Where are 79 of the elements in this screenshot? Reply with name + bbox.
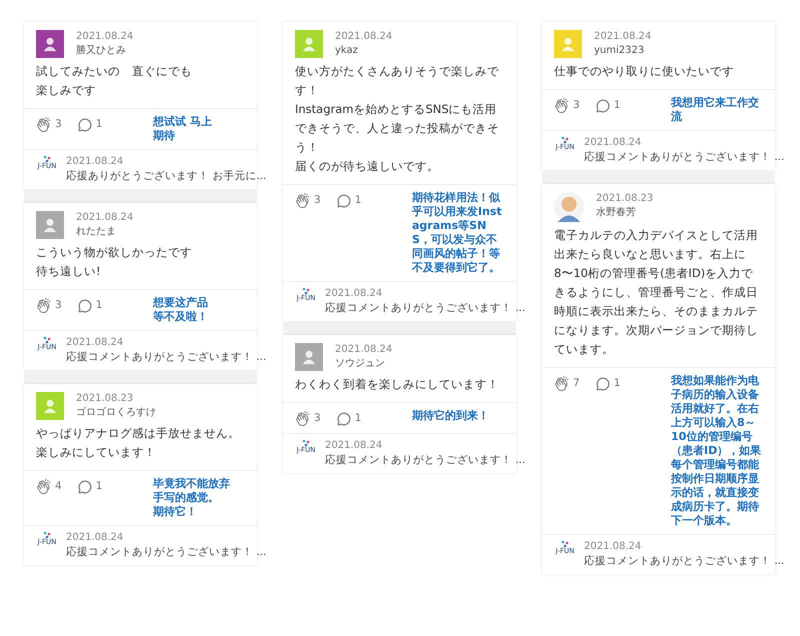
comment-date: 2021.08.24 xyxy=(335,30,392,44)
annotation-text: 期待它！ xyxy=(153,505,198,519)
comment-icon[interactable] xyxy=(336,412,351,426)
reply-text: 応援コメントありがとうございます！ ... xyxy=(66,350,266,365)
clap-icon[interactable] xyxy=(554,376,569,392)
comment-text: 使い方がたくさんありそうで楽しみです！ xyxy=(295,63,500,99)
comment-icon[interactable] xyxy=(78,118,92,132)
reply-text: 応援コメントありがとうございます！ ... xyxy=(66,545,266,560)
comment-count: 1 xyxy=(354,193,362,208)
clap-icon[interactable] xyxy=(36,117,51,132)
user-name: ソウジュン xyxy=(335,357,386,371)
user-name: 水野春芳 xyxy=(596,206,637,220)
comment-date: 2021.08.23 xyxy=(76,392,134,406)
comment-text: 楽しみにしています！ xyxy=(36,444,157,461)
comment-icon[interactable] xyxy=(336,194,351,208)
annotation-text: 等不及啦！ xyxy=(153,310,209,324)
user-name: yumi2323 xyxy=(594,44,646,58)
reply-text: 応援コメントありがとうございます！ ... xyxy=(325,301,526,316)
reply-date: 2021.08.24 xyxy=(66,155,124,169)
clap-count: 3 xyxy=(314,193,321,208)
clap-count: 3 xyxy=(573,98,580,113)
comment-text: こういう物が欲しかったです xyxy=(36,244,193,261)
comment-count: 1 xyxy=(614,98,620,113)
clap-count: 3 xyxy=(314,411,321,426)
comment-count: 1 xyxy=(354,411,362,426)
annotation-text: 手写的感觉。 xyxy=(153,491,220,505)
comment-text: 電子カルテの入力デバイスとして活用出来たら良いなと思います。右上に8〜10桁の管理番号(患者ID)を入力できるようにし、管理番号ごと、作成日時順に表示出来たら、そのままカルテになります。次期バージョンで期待しています。 xyxy=(554,227,759,358)
clap-icon[interactable] xyxy=(36,298,51,314)
reply-text: 応援ありがとうございます！ お手元に... xyxy=(66,169,266,184)
annotation-text: 毕竟我不能放弃 xyxy=(153,477,231,491)
comment-date: 2021.08.24 xyxy=(335,343,392,357)
clap-count: 3 xyxy=(55,117,62,132)
user-name: れたたま xyxy=(76,225,117,239)
comment-text: やっぱりアナログ感は手放せません。 xyxy=(36,425,241,442)
comment-icon[interactable] xyxy=(78,480,92,494)
annotation-text: 想试试 马上 xyxy=(153,115,213,129)
clap-count: 4 xyxy=(55,479,62,494)
comment-icon[interactable] xyxy=(596,98,610,113)
reply-text: 応援コメントありがとうございます！ ... xyxy=(325,452,526,468)
reply-text: 応援コメントありがとうございます！ ... xyxy=(584,150,784,165)
comment-date: 2021.08.24 xyxy=(76,30,134,44)
comment-text: わくわく到着を楽しみにしています！ xyxy=(295,376,500,393)
comment-count: 1 xyxy=(614,376,620,391)
annotation-text: 我想如果能作为电子病历的输入设备活用就好了。在右上方可以输入8～10位的管理编号（患者ID），如果每个管理编号都能按制作日期顺序显示的话，就直接变成病历卡了。期待下一个版本。 xyxy=(671,374,762,528)
reply-date: 2021.08.24 xyxy=(584,136,642,150)
clap-count: 3 xyxy=(55,298,62,313)
comment-icon[interactable] xyxy=(596,376,610,391)
user-name: ykaz xyxy=(335,44,359,58)
comment-text: 待ち遠しい! xyxy=(36,263,102,280)
comment-date: 2021.08.23 xyxy=(596,192,654,206)
comment-count: 1 xyxy=(96,298,102,313)
clap-icon[interactable] xyxy=(295,411,310,426)
comment-text: 仕事でのやり取りに使いたいです xyxy=(554,63,735,80)
annotation-text: 期待花样用法！似乎可以用来发Instagrams等SNS，可以发与众不同画风的帖子！等不及要得到它了。 xyxy=(412,191,503,275)
reply-date: 2021.08.24 xyxy=(66,336,124,350)
clap-icon[interactable] xyxy=(554,98,569,114)
clap-icon[interactable] xyxy=(295,193,310,208)
annotation-text: 期待 xyxy=(153,129,176,143)
clap-count: 7 xyxy=(573,376,580,391)
annotation-text: 我想用它来工作交流 xyxy=(671,96,760,124)
comment-date: 2021.08.24 xyxy=(76,211,134,225)
annotation-text: 期待它的到来！ xyxy=(412,409,490,423)
reply-date: 2021.08.24 xyxy=(325,438,384,453)
reply-date: 2021.08.24 xyxy=(66,531,124,545)
reply-date: 2021.08.24 xyxy=(584,540,642,554)
user-name: ゴロゴロくろすけ xyxy=(76,406,156,420)
comment-icon[interactable] xyxy=(78,298,92,313)
comment-date: 2021.08.24 xyxy=(594,30,652,44)
comment-text: 届くのが待ち遠しいです。 xyxy=(295,158,440,175)
comment-text: 楽しみです xyxy=(36,82,97,99)
annotation-text: 想要这产品 xyxy=(153,296,209,310)
comment-count: 1 xyxy=(96,117,102,132)
user-name: 勝又ひとみ xyxy=(76,44,127,58)
comment-text: Instagramを始めとするSNSにも活用できそうで、人と違った投稿ができそう！ xyxy=(295,101,500,156)
comment-count: 1 xyxy=(96,479,102,494)
reply-text: 応援コメントありがとうございます！ ... xyxy=(584,554,784,569)
clap-icon[interactable] xyxy=(36,479,51,494)
comment-text: 試してみたいの 直ぐにでも xyxy=(36,63,193,80)
reply-date: 2021.08.24 xyxy=(325,287,384,301)
